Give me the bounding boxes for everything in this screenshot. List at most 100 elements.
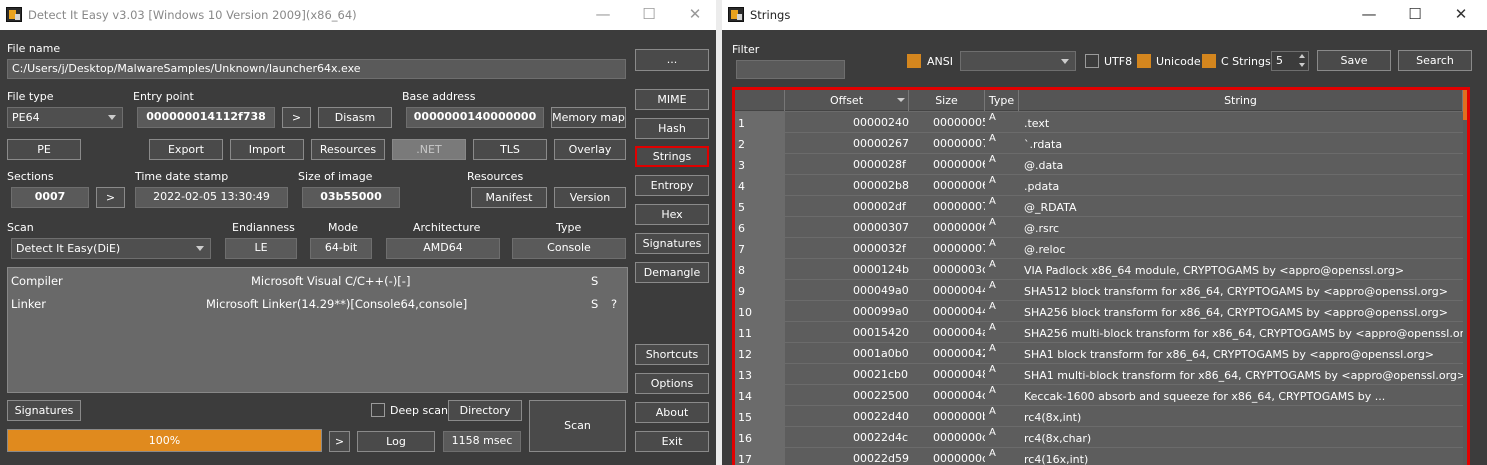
row-number: 7 [735, 238, 785, 259]
log-button[interactable]: Log [357, 431, 435, 452]
unicode-checkbox[interactable] [1137, 54, 1151, 68]
minimize-icon[interactable]: — [1346, 0, 1392, 30]
net-button[interactable]: .NET [392, 139, 466, 160]
version-button[interactable]: Version [554, 187, 626, 208]
overlay-button[interactable]: Overlay [554, 139, 626, 160]
base-address-field[interactable]: 0000000140000000 [406, 107, 544, 128]
table-row[interactable]: 6 00000307 00000006 A @.rsrc [735, 217, 1467, 238]
entropy-button[interactable]: Entropy [635, 175, 709, 196]
die-titlebar[interactable]: Detect It Easy v3.03 [Windows 10 Version… [0, 0, 716, 30]
demangle-button[interactable]: Demangle [635, 262, 709, 283]
disasm-button[interactable]: Disasm [318, 107, 392, 128]
image-size-field[interactable]: 03b55000 [302, 187, 400, 208]
shortcuts-button[interactable]: Shortcuts [635, 344, 709, 365]
table-row[interactable]: 7 0000032f 00000007 A @.reloc [735, 238, 1467, 259]
result-flag[interactable]: S [591, 297, 598, 311]
offset-cell: 0000124b [785, 259, 909, 280]
result-row[interactable]: Linker Microsoft Linker(14.29**)[Console… [8, 293, 627, 315]
image-size-label: Size of image [298, 170, 373, 183]
maximize-icon[interactable]: ☐ [626, 0, 672, 30]
strings-button[interactable]: Strings [635, 146, 709, 167]
table-row[interactable]: 1 00000240 00000005 A .text [735, 112, 1467, 133]
hash-button[interactable]: Hash [635, 118, 709, 139]
progress-go-button[interactable]: > [329, 431, 350, 452]
min-length-spinbox[interactable]: 5 [1271, 51, 1309, 71]
scan-button[interactable]: Scan [529, 400, 626, 452]
table-row[interactable]: 11 00015420 0000004a A SHA256 multi-block tr… [735, 322, 1467, 343]
vertical-scrollbar[interactable] [1463, 90, 1467, 465]
export-button[interactable]: Export [149, 139, 223, 160]
table-row[interactable]: 5 000002df 00000007 A @_RDATA [735, 196, 1467, 217]
save-button[interactable]: Save [1317, 50, 1391, 71]
resources-button[interactable]: Resources [311, 139, 385, 160]
hex-button[interactable]: Hex [635, 204, 709, 225]
import-button[interactable]: Import [230, 139, 304, 160]
minimize-icon[interactable]: — [580, 0, 626, 30]
close-icon[interactable]: ✕ [672, 0, 718, 30]
table-row[interactable]: 12 0001a0b0 00000042 A SHA1 block transform … [735, 343, 1467, 364]
timestamp-field[interactable]: 2022-02-05 13:30:49 [135, 187, 288, 208]
offset-cell: 0000028f [785, 154, 909, 175]
memory-map-button[interactable]: Memory map [551, 107, 626, 128]
table-row[interactable]: 14 00022500 0000004c A Keccak-1600 absorb an… [735, 385, 1467, 406]
search-button[interactable]: Search [1398, 50, 1472, 71]
chevron-up-icon[interactable] [1299, 54, 1305, 58]
type-cell: A [985, 280, 1019, 301]
maximize-icon[interactable]: ☐ [1392, 0, 1438, 30]
sections-field[interactable]: 0007 [11, 187, 89, 208]
table-row[interactable]: 4 000002b8 00000006 A .pdata [735, 175, 1467, 196]
type-column-header[interactable]: Type [985, 90, 1019, 111]
result-info[interactable]: ? [611, 297, 617, 311]
close-icon[interactable]: ✕ [1438, 0, 1484, 30]
scrollbar-thumb[interactable] [1463, 90, 1467, 120]
string-column-header[interactable]: String [1019, 90, 1463, 111]
file-name-field[interactable]: C:/Users/j/Desktop/MalwareSamples/Unknow… [7, 59, 626, 79]
endianness-field: LE [225, 238, 297, 259]
sections-go-button[interactable]: > [96, 187, 125, 208]
tls-button[interactable]: TLS [473, 139, 547, 160]
row-number-header[interactable] [735, 90, 785, 111]
chevron-down-icon [108, 115, 116, 120]
utf8-checkbox[interactable] [1085, 54, 1099, 68]
ansi-checkbox[interactable] [907, 54, 921, 68]
table-row[interactable]: 16 00022d4c 0000000c Arc4(8x,char) [735, 427, 1467, 448]
row-number: 16 [735, 427, 785, 448]
strings-titlebar[interactable]: Strings — ☐ ✕ [722, 0, 1487, 30]
about-button[interactable]: About [635, 402, 709, 423]
signatures-side-button[interactable]: Signatures [635, 233, 709, 254]
signatures-button[interactable]: Signatures [7, 400, 81, 421]
strings-table[interactable]: Offset Size Type String 1 00000240 0000000… [732, 87, 1470, 465]
entry-point-field[interactable]: 000000014112f738 [137, 107, 275, 128]
file-type-select[interactable]: PE64 [7, 107, 123, 128]
table-row[interactable]: 10 000099a0 00000044 A SHA256 block transfor… [735, 301, 1467, 322]
mime-button[interactable]: MIME [635, 89, 709, 110]
string-cell: SHA256 block transform for x86_64, CRYPT… [1019, 301, 1467, 322]
type-cell: A [985, 259, 1019, 280]
deep-scan-checkbox[interactable] [371, 403, 385, 417]
filter-input[interactable] [736, 60, 845, 79]
architecture-label: Architecture [413, 221, 481, 234]
table-row[interactable]: 2 00000267 00000007 A `.rdata [735, 133, 1467, 154]
table-row[interactable]: 13 00021cb0 00000048 A SHA1 multi-block tran… [735, 364, 1467, 385]
table-row[interactable]: 8 0000124b 0000003c A VIA Padlock x86_64 mod… [735, 259, 1467, 280]
table-row[interactable]: 15 00022d40 0000000b Arc4(8x,int) [735, 406, 1467, 427]
table-row[interactable]: 9 000049a0 00000044 A SHA512 block transform… [735, 280, 1467, 301]
scan-engine-select[interactable]: Detect It Easy(DiE) [11, 238, 211, 259]
manifest-button[interactable]: Manifest [471, 187, 547, 208]
cstrings-checkbox[interactable] [1202, 54, 1216, 68]
table-row[interactable]: 3 0000028f 00000006 A @.data [735, 154, 1467, 175]
directory-button[interactable]: Directory [448, 400, 522, 421]
offset-column-header[interactable]: Offset [785, 90, 909, 111]
pe-button[interactable]: PE [7, 139, 81, 160]
type-cell: A [985, 322, 1019, 343]
exit-button[interactable]: Exit [635, 431, 709, 452]
size-column-header[interactable]: Size [909, 90, 985, 111]
chevron-down-icon[interactable] [1299, 63, 1305, 67]
result-flag[interactable]: S [591, 274, 598, 288]
result-row[interactable]: Compiler Microsoft Visual C/C++(-)[-] S [8, 270, 627, 292]
options-button[interactable]: Options [635, 373, 709, 394]
browse-button[interactable]: ... [635, 49, 709, 71]
table-row[interactable]: 17 00022d59 0000000c Arc4(16x,int) [735, 448, 1467, 465]
entry-point-go-button[interactable]: > [282, 107, 311, 128]
encoding-select[interactable] [960, 51, 1076, 71]
